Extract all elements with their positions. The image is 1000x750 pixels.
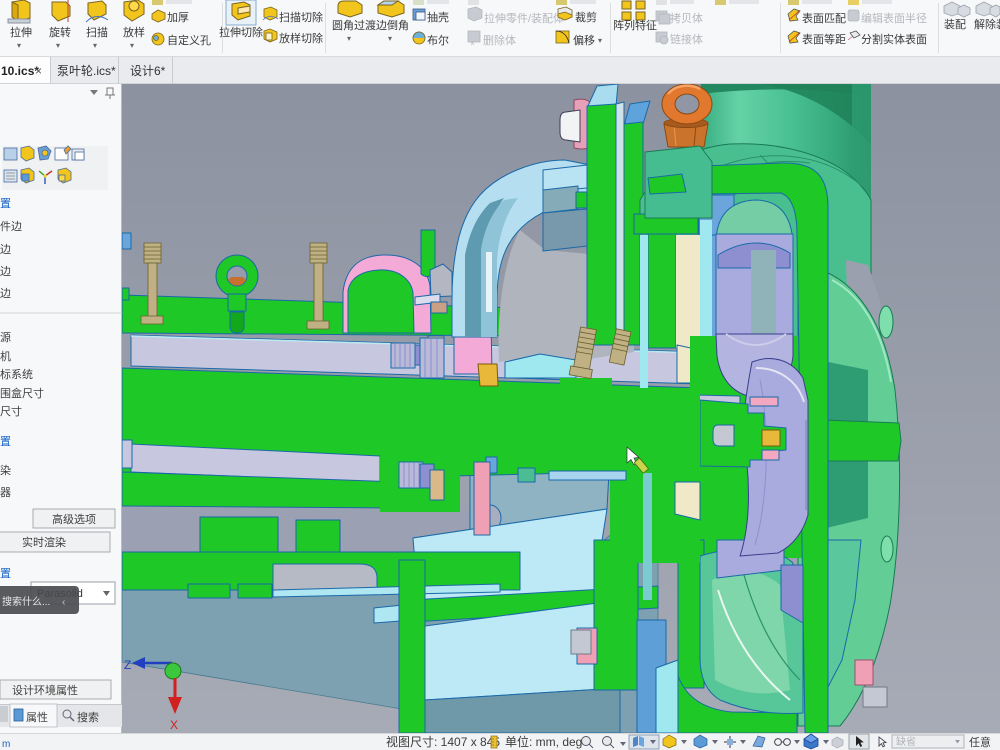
svg-text:单位: mm, deg: 单位: mm, deg <box>505 734 582 749</box>
svg-text:‹: ‹ <box>62 597 65 608</box>
svg-text:放样: 放样 <box>123 25 145 39</box>
svg-text:搜索什么...: 搜索什么... <box>2 595 50 608</box>
svg-text:尺寸: 尺寸 <box>0 404 22 418</box>
svg-text:▾: ▾ <box>17 41 21 50</box>
svg-text:阵列特征: 阵列特征 <box>613 18 657 32</box>
svg-text:链接体: 链接体 <box>670 32 703 46</box>
svg-text:扫描切除: 扫描切除 <box>279 10 323 24</box>
svg-text:染: 染 <box>0 463 11 477</box>
svg-text:扫描: 扫描 <box>86 25 108 39</box>
svg-text:布尔: 布尔 <box>427 34 449 47</box>
svg-text:分割实体表面: 分割实体表面 <box>861 32 927 46</box>
svg-text:器: 器 <box>0 486 11 499</box>
svg-text:设计环境属性: 设计环境属性 <box>12 683 78 697</box>
svg-text:拉伸零件/装配体: 拉伸零件/装配体 <box>484 11 564 25</box>
svg-text:▾: ▾ <box>347 34 351 43</box>
svg-text:×: × <box>470 39 475 48</box>
svg-text:边: 边 <box>0 243 11 256</box>
svg-text:拷贝体: 拷贝体 <box>670 11 703 25</box>
svg-text:置: 置 <box>0 197 11 210</box>
svg-text:源: 源 <box>0 330 11 344</box>
svg-text:搜索: 搜索 <box>77 710 99 724</box>
svg-text:属性: 属性 <box>26 710 48 724</box>
svg-text:边: 边 <box>0 265 11 278</box>
svg-text:围盒尺寸: 围盒尺寸 <box>0 386 44 400</box>
svg-text:裁剪: 裁剪 <box>575 10 597 24</box>
svg-text:任意: 任意 <box>969 735 991 749</box>
svg-text:旋转: 旋转 <box>49 25 71 39</box>
svg-text:×: × <box>35 64 42 78</box>
svg-text:▾: ▾ <box>598 36 602 45</box>
svg-text:表面匹配: 表面匹配 <box>802 11 846 25</box>
svg-text:删除体: 删除体 <box>483 33 516 47</box>
svg-text:▾: ▾ <box>130 41 134 50</box>
svg-text:放样切除: 放样切除 <box>279 31 323 45</box>
svg-text:拉伸切除: 拉伸切除 <box>219 25 263 39</box>
svg-text:边倒角: 边倒角 <box>376 19 409 32</box>
svg-text:机: 机 <box>0 349 11 363</box>
svg-text:编辑表面半径: 编辑表面半径 <box>861 11 927 25</box>
svg-text:装配: 装配 <box>944 18 966 31</box>
svg-text:高级选项: 高级选项 <box>52 512 96 526</box>
svg-text:表面等距: 表面等距 <box>802 32 846 46</box>
svg-text:实时渲染: 实时渲染 <box>22 535 66 549</box>
svg-text:标系统: 标系统 <box>0 367 33 381</box>
svg-text:▾: ▾ <box>56 41 60 50</box>
svg-text:缺省: 缺省 <box>896 735 916 748</box>
svg-text:▾: ▾ <box>388 34 392 43</box>
svg-text:件边: 件边 <box>0 220 22 233</box>
svg-text:边: 边 <box>0 287 11 300</box>
svg-text:拉伸: 拉伸 <box>10 25 32 39</box>
svg-text:X: X <box>170 718 178 732</box>
svg-text:置: 置 <box>0 567 11 580</box>
svg-text:▾: ▾ <box>93 41 97 50</box>
svg-text:视图尺寸: 1407 x 845: 视图尺寸: 1407 x 845 <box>386 734 500 749</box>
svg-text:自定义孔: 自定义孔 <box>167 33 211 47</box>
svg-text:偏移: 偏移 <box>573 33 595 47</box>
svg-text:抽壳: 抽壳 <box>427 10 449 24</box>
svg-text:m: m <box>2 739 10 750</box>
svg-text:10.ics*: 10.ics* <box>1 64 39 78</box>
svg-text:加厚: 加厚 <box>167 11 189 24</box>
svg-text:设计6*: 设计6* <box>130 64 166 78</box>
svg-text:解除装: 解除装 <box>974 17 1000 31</box>
svg-text:置: 置 <box>0 435 11 448</box>
svg-text:泵叶轮.ics*: 泵叶轮.ics* <box>57 64 116 78</box>
svg-text:Z: Z <box>124 658 131 672</box>
svg-text:圆角过渡: 圆角过渡 <box>332 18 376 32</box>
